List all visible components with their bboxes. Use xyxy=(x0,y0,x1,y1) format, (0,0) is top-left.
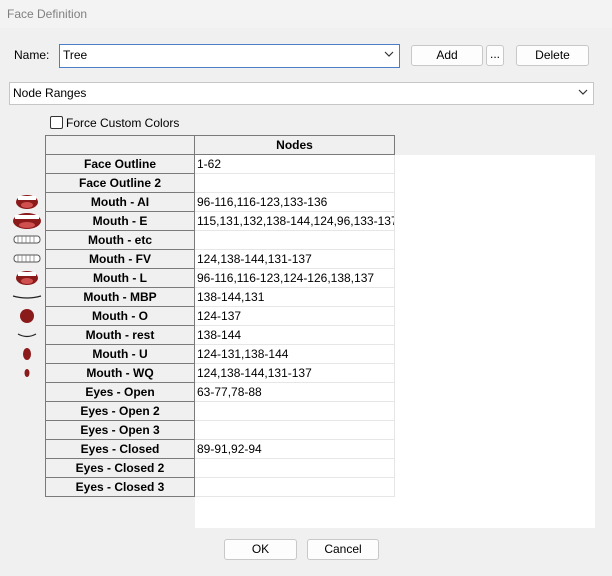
row-header[interactable]: Eyes - Closed 3 xyxy=(45,478,195,497)
chevron-down-icon xyxy=(578,89,588,95)
nodes-cell[interactable]: 89-91,92-94 xyxy=(195,440,395,459)
mouth-rest-icon xyxy=(12,326,42,344)
nodes-cell[interactable] xyxy=(195,421,395,440)
row-header[interactable]: Mouth - WQ xyxy=(45,364,195,383)
row-header[interactable]: Mouth - rest xyxy=(45,326,195,345)
ok-button[interactable]: OK xyxy=(224,539,297,560)
nodes-cell[interactable]: 124-137 xyxy=(195,307,395,326)
grid-corner xyxy=(45,135,195,155)
name-value: Tree xyxy=(63,48,88,62)
nodes-cell[interactable] xyxy=(195,478,395,497)
nodes-cell[interactable] xyxy=(195,174,395,193)
view-select-value: Node Ranges xyxy=(13,86,87,100)
row-header[interactable]: Mouth - O xyxy=(45,307,195,326)
row-header[interactable]: Mouth - MBP xyxy=(45,288,195,307)
nodes-cell[interactable]: 138-144 xyxy=(195,326,395,345)
delete-button[interactable]: Delete xyxy=(516,45,589,66)
nodes-cell[interactable]: 115,131,132,138-144,124,96,133-137 xyxy=(195,212,395,231)
row-header[interactable]: Mouth - E xyxy=(45,212,195,231)
nodes-cell[interactable]: 96-116,116-123,133-136 xyxy=(195,193,395,212)
name-combo[interactable]: Tree xyxy=(59,44,400,68)
row-header[interactable]: Eyes - Open xyxy=(45,383,195,402)
row-header[interactable]: Mouth - L xyxy=(45,269,195,288)
view-select[interactable]: Node Ranges xyxy=(9,82,594,105)
row-header[interactable]: Eyes - Closed xyxy=(45,440,195,459)
nodes-cell[interactable]: 124,138-144,131-137 xyxy=(195,364,395,383)
row-header[interactable]: Mouth - AI xyxy=(45,193,195,212)
nodes-column-header[interactable]: Nodes xyxy=(194,135,395,155)
mouth-open-teeth-icon xyxy=(12,269,42,287)
mouth-teeth-icon xyxy=(12,231,42,249)
mouth-wide-teeth-icon xyxy=(12,212,42,230)
force-custom-colors-checkbox[interactable] xyxy=(50,116,63,129)
force-custom-colors-label: Force Custom Colors xyxy=(66,116,180,130)
mouth-round-icon xyxy=(12,307,42,325)
row-header[interactable]: Eyes - Open 3 xyxy=(45,421,195,440)
chevron-down-icon xyxy=(384,51,394,57)
title-bar: Face Definition xyxy=(0,0,612,28)
row-header[interactable]: Face Outline xyxy=(45,155,195,174)
name-label: Name: xyxy=(14,48,50,62)
mouth-small-round-icon xyxy=(12,345,42,363)
cancel-button[interactable]: Cancel xyxy=(307,539,379,560)
nodes-cell[interactable]: 124,138-144,131-137 xyxy=(195,250,395,269)
nodes-cell[interactable] xyxy=(195,459,395,478)
nodes-cell[interactable]: 63-77,78-88 xyxy=(195,383,395,402)
row-header[interactable]: Eyes - Open 2 xyxy=(45,402,195,421)
row-header[interactable]: Eyes - Closed 2 xyxy=(45,459,195,478)
nodes-cell[interactable]: 1-62 xyxy=(195,155,395,174)
mouth-open-teeth-icon xyxy=(12,193,42,211)
row-header[interactable]: Mouth - U xyxy=(45,345,195,364)
window-title: Face Definition xyxy=(7,7,88,21)
nodes-cell[interactable] xyxy=(195,402,395,421)
row-header[interactable]: Mouth - FV xyxy=(45,250,195,269)
mouth-teeth-icon xyxy=(12,250,42,268)
nodes-cell[interactable]: 96-116,116-123,124-126,138,137 xyxy=(195,269,395,288)
more-button[interactable]: ... xyxy=(486,45,504,66)
row-header[interactable]: Mouth - etc xyxy=(45,231,195,250)
mouth-closed-line-icon xyxy=(12,288,42,306)
add-button[interactable]: Add xyxy=(411,45,483,66)
nodes-cell[interactable] xyxy=(195,231,395,250)
row-header[interactable]: Face Outline 2 xyxy=(45,174,195,193)
nodes-cell[interactable]: 124-131,138-144 xyxy=(195,345,395,364)
mouth-tiny-round-icon xyxy=(12,364,42,382)
nodes-cell[interactable]: 138-144,131 xyxy=(195,288,395,307)
